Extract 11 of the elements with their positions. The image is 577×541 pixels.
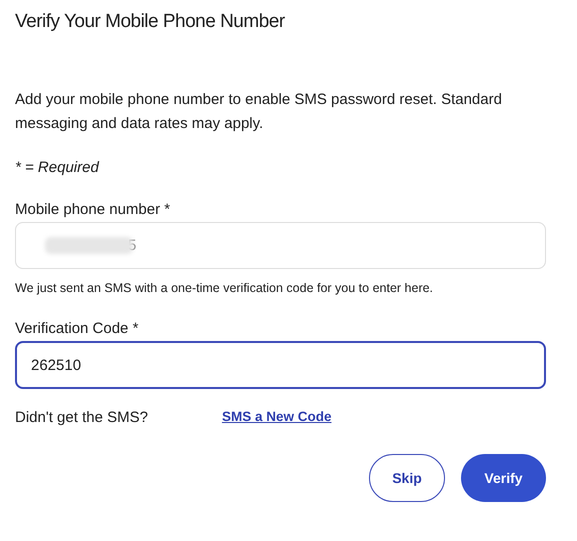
field-label: Mobile phone number * [15, 201, 172, 218]
field-label: Verification Code * [15, 320, 140, 337]
resend-link[interactable]: SMS a New Code [222, 409, 332, 426]
verify-button[interactable]: Verify [461, 454, 546, 502]
resend-prompt: Didn't get the SMS? [15, 409, 148, 426]
skip-button[interactable]: Skip [369, 454, 445, 502]
help-text: We just sent an SMS with a one-time verification code for you to enter here. [15, 281, 434, 295]
input-field[interactable]: 262510 [15, 341, 546, 389]
required-note: * = Required [15, 159, 100, 176]
page-title: Verify Your Mobile Phone Number [15, 10, 286, 34]
intro-text: Add your mobile phone number to enable SMS password reset. Standard messaging and data rates may apply. [15, 90, 503, 134]
